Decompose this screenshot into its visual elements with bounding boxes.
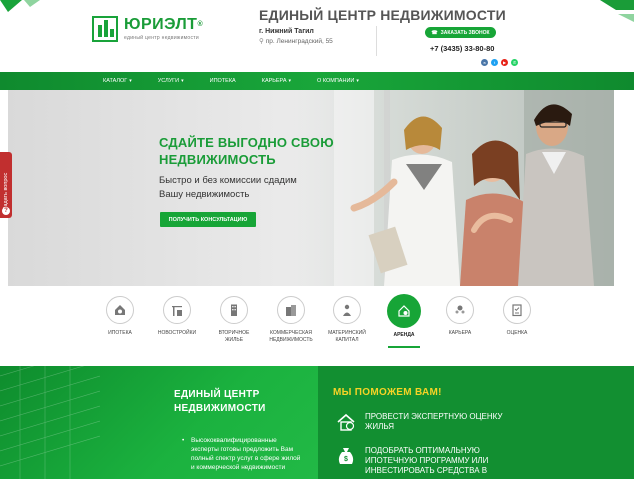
service-maternity-capital[interactable]: МАТЕРИНСКИЙ КАПИТАЛ [319,296,375,344]
ask-question-tab[interactable]: Задать вопрос ? [0,152,12,218]
help-item-text: ПРОВЕСТИ ЭКСПЕРТНУЮ ОЦЕНКУ ЖИЛЬЯ [365,412,503,431]
about-section: ЕДИНЫЙ ЦЕНТР НЕДВИЖИМОСТИ Высококвалифиц… [0,366,318,479]
vk-icon[interactable]: в [481,59,488,66]
service-label: КОММЕРЧЕСКАЯ [270,330,312,336]
chevron-down-icon: ▾ [181,78,184,84]
service-label: ИПОТЕКА [108,330,132,336]
social-links: в t ▶ ✆ [481,59,518,66]
hero-title-line2: НЕДВИЖИМОСТЬ [159,152,276,167]
nav-item-about[interactable]: О КОМПАНИИ ▾ [317,78,359,84]
service-appraisal[interactable]: ОЦЕНКА [489,296,545,337]
crane-icon [163,296,191,324]
career-icon [446,296,474,324]
help-item-mortgage: $ ПОДОБРАТЬ ОПТИМАЛЬНУЮ ИПОТЕЧНУЮ ПРОГРА… [336,446,515,476]
service-label: АРЕНДА [393,332,415,338]
nav-item-label: ИПОТЕКА [209,78,236,84]
active-underline [388,346,420,348]
svg-text:$: $ [344,456,348,463]
nav-item-career[interactable]: КАРЬЕРА ▾ [262,78,291,84]
nav-item-label: О КОМПАНИИ [317,78,355,84]
decorative-shape-right [600,0,634,22]
service-new-buildings[interactable]: НОВОСТРОЙКИ [149,296,205,337]
service-label: ОЦЕНКА [506,330,528,336]
logo-registered-mark: ® [197,21,204,28]
hero-title-line1: СДАЙТЕ ВЫГОДНО СВОЮ [159,135,334,150]
nav-item-services[interactable]: УСЛУГИ ▾ [158,78,184,84]
service-career[interactable]: КАРЬЕРА [432,296,488,337]
address-text: пр. Ленинградский, 55 [265,38,333,45]
chevron-down-icon: ▾ [356,78,359,84]
about-list: Высококвалифицированные эксперты готовы … [182,436,302,472]
service-label-2: НЕДВИЖИМОСТЬ [269,337,313,343]
nav-item-label: КАРЬЕРА [261,78,287,84]
service-label: КАРЬЕРА [448,330,472,336]
hero-photo-people [274,90,614,286]
address: ⚲ пр. Ленинградский, 55 [259,37,333,45]
service-label: МАТЕРИНСКИЙ [328,330,366,336]
help-item-text: ПОДОБРАТЬ ОПТИМАЛЬНУЮ ИПОТЕЧНУЮ ПРОГРАММ… [365,446,489,475]
house-check-icon [337,413,355,431]
service-label: НОВОСТРОЙКИ [157,330,197,336]
ask-question-label: Задать вопрос [3,172,9,210]
hero-title: СДАЙТЕ ВЫГОДНО СВОЮ НЕДВИЖИМОСТЬ [159,134,334,168]
mortgage-icon [106,296,134,324]
service-commercial[interactable]: КОММЕРЧЕСКАЯ НЕДВИЖИМОСТЬ [263,296,319,344]
header-divider [376,26,377,56]
twitter-icon[interactable]: t [491,59,498,66]
whatsapp-icon[interactable]: ✆ [511,59,518,66]
logo-tagline: единый центр недвижимости [124,35,199,41]
building-icon [220,296,248,324]
nav-item-label: УСЛУГИ [157,78,180,84]
map-pin-icon: ⚲ [259,38,264,45]
about-title-line1: ЕДИНЫЙ ЦЕНТР [174,389,260,400]
callback-button[interactable]: ☎ ЗАКАЗАТЬ ЗВОНОК [425,27,496,38]
main-nav: КАТАЛОГ ▾ УСЛУГИ ▾ ИПОТЕКА КАРЬЕРА ▾ О КОМП… [0,72,634,90]
city-name: г. Нижний Тагил [259,28,314,35]
phone-icon: ☎ [431,29,438,36]
nav-item-catalog[interactable]: КАТАЛОГ ▾ [103,78,132,84]
nav-item-mortgage[interactable]: ИПОТЕКА [210,78,236,84]
service-label-2: КАПИТАЛ [335,337,359,343]
site-title: ЕДИНЫЙ ЦЕНТР НЕДВИЖИМОСТИ [259,7,506,23]
help-title: МЫ ПОМОЖЕМ ВАМ! [333,387,442,398]
site-header: ЮРИЭЛТ® единый центр недвижимости ЕДИНЫЙ… [0,0,634,72]
about-title-line2: НЕДВИЖИМОСТИ [174,403,266,414]
services-row: ИПОТЕКА НОВОСТРОЙКИ ВТОРИЧНОЕ ЖИЛЬЕ КОММЕ… [0,290,634,364]
about-bullet: Высококвалифицированные эксперты готовы … [182,436,302,472]
service-rent[interactable]: АРЕНДА [376,294,432,348]
chevron-down-icon: ▾ [288,78,292,84]
phone-number[interactable]: +7 (3435) 33-80-80 [430,44,494,53]
office-icon [277,296,305,324]
decorative-shape-left [0,0,40,12]
logo-name: ЮРИЭЛТ [124,16,198,33]
hero-subtitle-line1: Быстро и без комиссии сдадим [159,175,297,186]
money-bag-icon: $ [338,448,354,464]
building-pattern [0,366,100,479]
checklist-icon [503,296,531,324]
help-section: МЫ ПОМОЖЕМ ВАМ! ПРОВЕСТИ ЭКСПЕРТНУЮ ОЦЕН… [318,366,634,479]
help-item-appraisal: ПРОВЕСТИ ЭКСПЕРТНУЮ ОЦЕНКУ ЖИЛЬЯ [336,412,515,432]
service-label-2: ЖИЛЬЕ [224,337,244,343]
logo[interactable]: ЮРИЭЛТ® единый центр недвижимости [92,16,203,42]
family-icon [333,296,361,324]
nav-item-label: КАТАЛОГ [103,78,128,84]
hero-banner: СДАЙТЕ ВЫГОДНО СВОЮ НЕДВИЖИМОСТЬ Быстро … [8,90,614,286]
service-mortgage[interactable]: ИПОТЕКА [92,296,148,337]
service-secondary-housing[interactable]: ВТОРИЧНОЕ ЖИЛЬЕ [206,296,262,344]
logo-mark-icon [92,16,118,42]
question-icon: ? [2,207,10,215]
callback-button-label: ЗАКАЗАТЬ ЗВОНОК [440,29,490,36]
service-label: ВТОРИЧНОЕ [218,330,250,336]
hero-subtitle-line2: Вашу недвижимость [159,189,250,200]
chevron-down-icon: ▾ [129,78,132,84]
rent-house-icon [387,294,421,328]
hero-subtitle: Быстро и без комиссии сдадим Вашу недвиж… [159,174,297,202]
youtube-icon[interactable]: ▶ [501,59,508,66]
get-consultation-button[interactable]: ПОЛУЧИТЬ КОНСУЛЬТАЦИЮ [160,212,256,227]
about-title: ЕДИНЫЙ ЦЕНТР НЕДВИЖИМОСТИ [174,388,266,416]
